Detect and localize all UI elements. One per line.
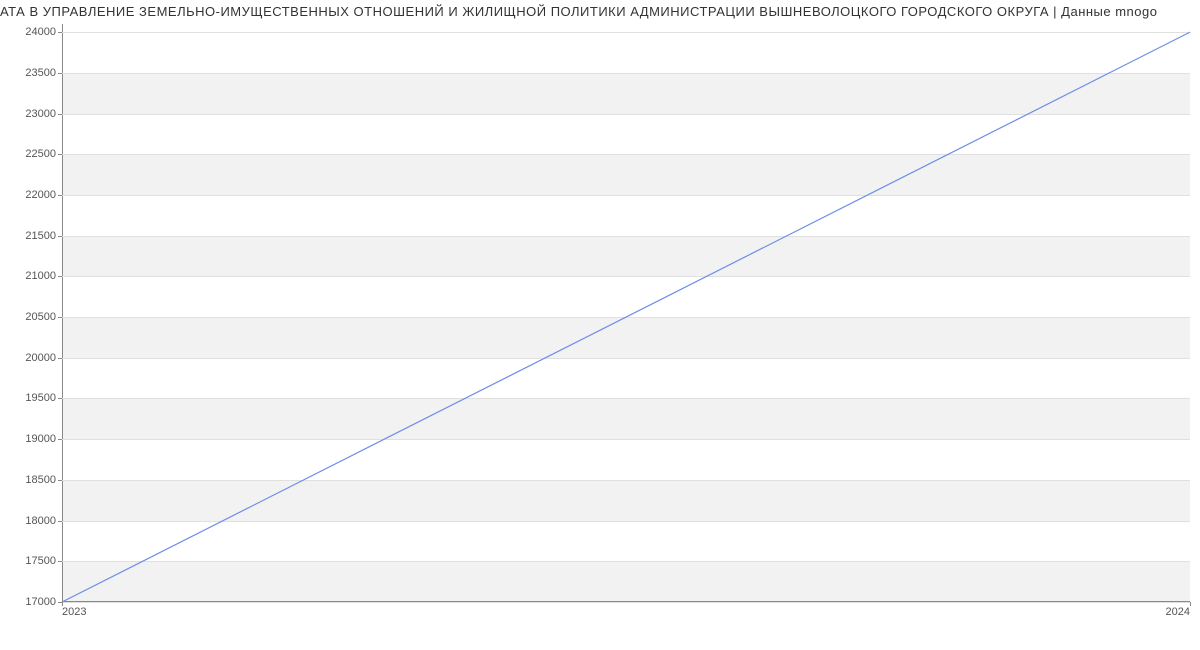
y-tick-mark (58, 521, 62, 522)
y-tick-label: 18500 (25, 474, 56, 486)
y-tick-label: 23500 (25, 67, 56, 79)
y-tick-label: 22500 (25, 148, 56, 160)
y-tick-label: 19500 (25, 392, 56, 404)
y-tick-label: 20500 (25, 311, 56, 323)
y-tick-label: 21000 (25, 270, 56, 282)
y-tick-mark (58, 317, 62, 318)
y-tick-mark (58, 276, 62, 277)
y-tick-label: 17000 (25, 596, 56, 608)
x-tick-label: 2024 (1166, 606, 1190, 618)
y-tick-label: 17500 (25, 555, 56, 567)
y-tick-mark (58, 398, 62, 399)
y-tick-label: 21500 (25, 230, 56, 242)
chart-container: 17000 17500 18000 18500 19000 19500 20000 20500… (0, 24, 1200, 620)
y-tick-mark (58, 114, 62, 115)
chart-title: АТА В УПРАВЛЕНИЕ ЗЕМЕЛЬНО-ИМУЩЕСТВЕННЫХ … (0, 0, 1200, 19)
y-tick-label: 19000 (25, 433, 56, 445)
y-tick-label: 22000 (25, 189, 56, 201)
y-tick-label: 23000 (25, 108, 56, 120)
y-tick-mark (58, 439, 62, 440)
y-tick-mark (58, 154, 62, 155)
data-line (62, 32, 1190, 602)
x-tick-label: 2023 (62, 606, 86, 618)
y-tick-mark (58, 73, 62, 74)
x-tick-mark (1190, 602, 1191, 606)
y-tick-mark (58, 561, 62, 562)
grid-line (62, 602, 1190, 603)
line-layer (62, 24, 1190, 602)
y-tick-mark (58, 32, 62, 33)
y-tick-label: 24000 (25, 26, 56, 38)
y-tick-label: 20000 (25, 352, 56, 364)
y-tick-mark (58, 195, 62, 196)
plot-area: 1700017500180001850019000195002000020500… (62, 24, 1190, 602)
y-tick-label: 18000 (25, 515, 56, 527)
y-tick-mark (58, 358, 62, 359)
y-tick-mark (58, 236, 62, 237)
y-tick-mark (58, 480, 62, 481)
